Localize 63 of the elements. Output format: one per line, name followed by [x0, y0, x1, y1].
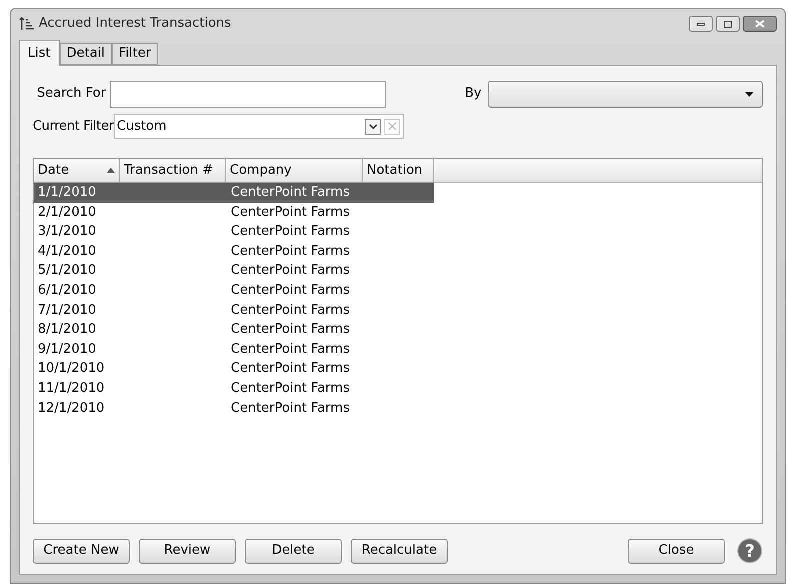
column-header[interactable]: Transaction #: [120, 159, 226, 182]
window-title: Accrued Interest Transactions: [39, 15, 232, 34]
company-cell-text: CenterPoint Farms: [230, 223, 351, 242]
company-cell-text: CenterPoint Farms: [230, 184, 351, 202]
date-cell-text: 4/1/2010: [37, 242, 98, 261]
table-row[interactable]: 5/1/2010 CenterPoint Farms: [34, 261, 762, 281]
search-field[interactable]: [110, 80, 386, 108]
close-button[interactable]: Close: [628, 538, 725, 564]
by-dropdown[interactable]: [488, 80, 763, 108]
company-cell-text: CenterPoint Farms: [230, 242, 351, 261]
date-cell-text: 5/1/2010: [37, 262, 98, 280]
company-cell-text: CenterPoint Farms: [230, 380, 351, 398]
table-row[interactable]: 7/1/2010 CenterPoint Farms: [34, 300, 762, 320]
date-cell-text: 10/1/2010: [37, 360, 106, 378]
tab[interactable]: Detail: [60, 43, 112, 65]
minimize-button[interactable]: [689, 16, 713, 32]
company-cell-text: CenterPoint Farms: [230, 400, 351, 418]
table-row[interactable]: 9/1/2010 CenterPoint Farms: [34, 340, 762, 360]
sort-list-icon: [19, 16, 35, 32]
close-window-button[interactable]: [743, 16, 777, 32]
filter-field[interactable]: Custom: [114, 114, 404, 139]
filter-label: Current Filter: [33, 118, 114, 136]
table-row[interactable]: 1/1/2010 CenterPoint Farms: [34, 183, 434, 203]
tab[interactable]: Filter: [112, 43, 158, 65]
company-cell-text: CenterPoint Farms: [230, 340, 351, 359]
action-button[interactable]: Delete: [245, 538, 342, 564]
column-header[interactable]: Notation: [363, 159, 434, 182]
action-button[interactable]: Recalculate: [351, 538, 448, 564]
column-header[interactable]: Date: [34, 159, 120, 182]
table-row[interactable]: 10/1/2010 CenterPoint Farms: [34, 359, 762, 379]
tab[interactable]: List: [19, 40, 60, 66]
date-cell-text: 7/1/2010: [37, 302, 98, 320]
date-cell-text: 9/1/2010: [37, 340, 98, 359]
company-cell-text: CenterPoint Farms: [230, 302, 351, 320]
table-row[interactable]: 6/1/2010 CenterPoint Farms: [34, 280, 762, 301]
table-row[interactable]: 4/1/2010 CenterPoint Farms: [34, 242, 762, 262]
table-row[interactable]: 11/1/2010 CenterPoint Farms: [34, 378, 762, 399]
date-cell-text: 11/1/2010: [37, 380, 106, 398]
company-cell-text: CenterPoint Farms: [230, 360, 351, 378]
action-button[interactable]: Review: [139, 538, 236, 564]
column-header[interactable]: Company: [226, 159, 363, 182]
company-cell-text: CenterPoint Farms: [230, 321, 351, 340]
company-cell-text: CenterPoint Farms: [230, 282, 351, 300]
by-label: By: [465, 85, 482, 104]
maximize-button[interactable]: [716, 16, 740, 32]
table-row[interactable]: 3/1/2010 CenterPoint Farms: [34, 222, 762, 242]
company-cell-text: CenterPoint Farms: [230, 204, 351, 222]
date-cell-text: 2/1/2010: [37, 204, 98, 222]
date-cell-text: 12/1/2010: [37, 400, 106, 418]
date-cell-text: 6/1/2010: [37, 282, 98, 300]
close-icon: [755, 20, 765, 28]
table-row[interactable]: 2/1/2010 CenterPoint Farms: [34, 202, 762, 222]
date-cell-text: 8/1/2010: [37, 321, 98, 340]
table-row[interactable]: 8/1/2010 CenterPoint Farms: [34, 320, 762, 340]
date-cell-text: 1/1/2010: [37, 184, 98, 202]
help-icon[interactable]: ?: [737, 538, 763, 564]
caret-icon: [745, 92, 754, 96]
company-cell-text: CenterPoint Farms: [230, 262, 351, 280]
date-cell-text: 3/1/2010: [37, 223, 98, 242]
action-button[interactable]: Create New: [33, 538, 130, 564]
search-label: Search For: [36, 85, 108, 104]
chevron-down-icon[interactable]: [365, 118, 381, 134]
table-row[interactable]: 12/1/2010 CenterPoint Farms: [34, 398, 762, 418]
